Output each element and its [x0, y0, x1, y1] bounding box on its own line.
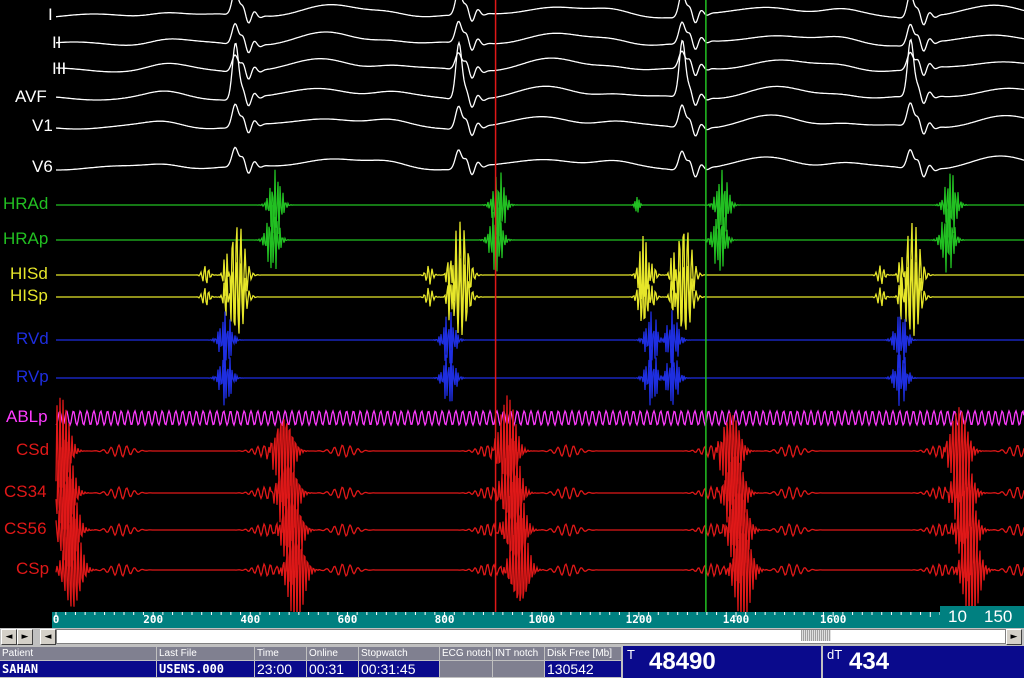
channel-label-hisp[interactable]: HISp — [10, 287, 48, 305]
channel-label-hrap[interactable]: HRAp — [3, 230, 48, 248]
trace-iii — [56, 50, 1024, 80]
axis-tick-label: 1400 — [722, 613, 750, 626]
axis-tick-label: 600 — [337, 613, 358, 626]
channel-label-v6[interactable]: V6 — [32, 158, 53, 176]
disk-free-field: Disk Free [Mb] 130542 — [545, 647, 621, 677]
disk-free-label: Disk Free [Mb] — [545, 647, 621, 660]
ecg-notch-label: ECG notch — [440, 647, 492, 660]
ep-recording-trace-area[interactable]: I II III AVF V1 V6 HRAd HRAp HISd HISp RVd RVp ABLp C… — [0, 0, 1024, 612]
trace-v6 — [56, 146, 1024, 178]
channel-label-hisd[interactable]: HISd — [10, 265, 48, 283]
scroll-end-button[interactable]: ► — [17, 629, 33, 645]
trace-hrad — [56, 169, 1024, 238]
gain-value: 10 — [948, 607, 967, 626]
page-left-icon: ◄ — [5, 632, 13, 642]
trace-hisd — [56, 221, 1024, 329]
horizontal-scrollbar[interactable]: ◄ ► ◄ ► — [0, 628, 1024, 646]
time-value: 23:00 — [255, 661, 306, 677]
ecg-notch-value — [440, 661, 492, 677]
trace-hrap — [56, 204, 1024, 273]
trace-ablp — [55, 409, 1024, 427]
trace-ii — [55, 20, 1024, 54]
stopwatch-value: 00:31:45 — [359, 661, 439, 677]
channel-label-ablp[interactable]: ABLp — [6, 408, 48, 426]
channel-label-csd[interactable]: CSd — [16, 441, 49, 459]
channel-label-rvp[interactable]: RVp — [16, 368, 49, 386]
sweep-speed-display[interactable]: 10 150 — [940, 606, 1024, 628]
ecg-notch-field[interactable]: ECG notch — [440, 647, 492, 677]
scroll-track[interactable] — [56, 629, 1006, 644]
last-file-label: Last File — [157, 647, 254, 660]
int-notch-value — [493, 661, 544, 677]
patient-value: SAHAN — [0, 661, 156, 677]
axis-tick-label: 0 — [52, 613, 60, 626]
trace-i — [55, 0, 1024, 26]
last-file-field: Last File USENS.000 — [157, 647, 254, 677]
time-readout-panel: T 48490 — [623, 646, 821, 678]
int-notch-label: INT notch — [493, 647, 544, 660]
scroll-left-button[interactable]: ◄ — [40, 629, 56, 645]
int-notch-field[interactable]: INT notch — [493, 647, 544, 677]
patient-field: Patient SAHAN — [0, 647, 156, 677]
axis-tick-label: 400 — [240, 613, 261, 626]
dt-label: dT — [827, 647, 843, 662]
trace-rvd — [56, 310, 1024, 368]
arrow-left-icon: ◄ — [44, 632, 52, 642]
time-field: Time 23:00 — [255, 647, 306, 677]
scroll-thumb[interactable] — [800, 630, 831, 641]
delta-time-readout-panel: dT 434 — [823, 646, 1024, 678]
online-value: 00:31 — [307, 661, 358, 677]
stopwatch-field[interactable]: Stopwatch 00:31:45 — [359, 647, 439, 677]
scroll-start-button[interactable]: ◄ — [1, 629, 17, 645]
online-field: Online 00:31 — [307, 647, 358, 677]
axis-tick-label: 1000 — [528, 613, 555, 626]
disk-free-value: 130542 — [545, 661, 621, 677]
t-value: 48490 — [649, 648, 716, 675]
dt-value: 434 — [849, 648, 890, 675]
scroll-right-button[interactable]: ► — [1006, 629, 1022, 645]
channel-label-rvd[interactable]: RVd — [16, 330, 49, 348]
channel-label-csp[interactable]: CSp — [16, 560, 49, 578]
trace-cs34 — [55, 438, 1024, 548]
time-axis-ruler: 0 200 400 600 800 1000 1200 1400 1600 — [52, 612, 940, 628]
last-file-value: USENS.000 — [157, 661, 254, 677]
trace-avf — [55, 38, 1024, 109]
axis-tick-label: 1200 — [625, 613, 653, 626]
patient-label: Patient — [0, 647, 156, 660]
ep-signal-traces — [55, 0, 1024, 612]
trace-rvp — [56, 348, 1024, 406]
stopwatch-label: Stopwatch — [359, 647, 439, 660]
time-label: Time — [255, 647, 306, 660]
axis-tick-label: 1600 — [819, 613, 847, 626]
channel-label-avf[interactable]: AVF — [15, 88, 47, 106]
sweep-speed-value: 150 — [984, 607, 1013, 626]
trace-v1 — [55, 102, 1024, 137]
online-label: Online — [307, 647, 358, 660]
channel-label-iii[interactable]: III — [52, 60, 66, 78]
channel-label-ii[interactable]: II — [52, 34, 61, 52]
channel-label-cs56[interactable]: CS56 — [4, 520, 47, 538]
page-right-icon: ► — [21, 632, 29, 642]
axis-tick-label: 800 — [434, 613, 455, 626]
channel-label-hrad[interactable]: HRAd — [3, 195, 48, 213]
channel-label-i[interactable]: I — [48, 6, 53, 24]
t-label: T — [627, 647, 635, 662]
arrow-right-icon: ► — [1010, 632, 1018, 642]
trace-hisp — [56, 257, 1024, 336]
time-axis-ticks — [55, 612, 940, 617]
channel-label-v1[interactable]: V1 — [32, 117, 53, 135]
channel-label-cs34[interactable]: CS34 — [4, 483, 47, 501]
axis-tick-label: 200 — [143, 613, 164, 626]
